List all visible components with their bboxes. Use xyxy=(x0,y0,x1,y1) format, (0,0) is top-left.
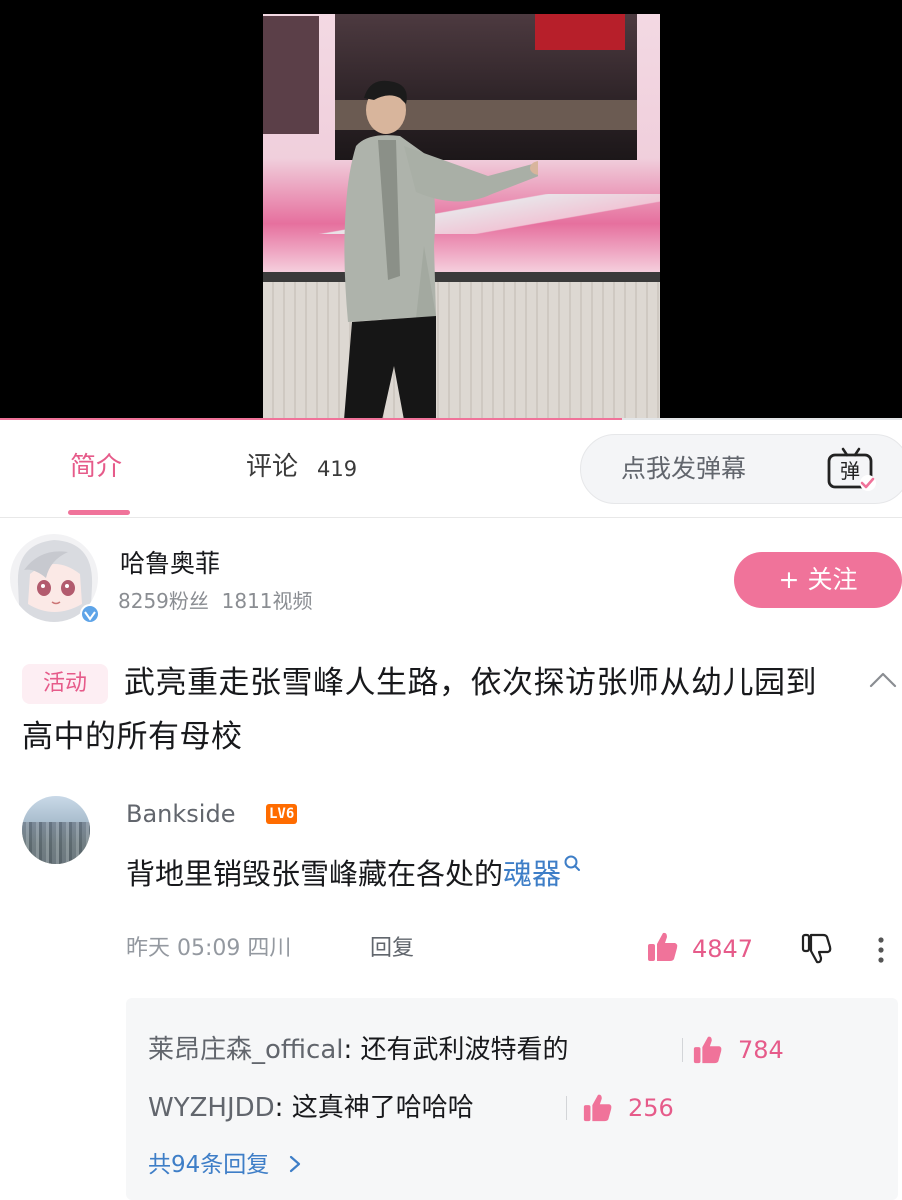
reply-username[interactable]: 莱昂庄森_offical xyxy=(148,1035,344,1065)
video-title: 武亮重走张雪峰人生路，依次探访张师从幼儿园到高中的所有母校 xyxy=(22,665,817,755)
danmaku-placeholder: 点我发弹幕 xyxy=(621,454,747,483)
comments-count: 419 xyxy=(317,457,358,481)
uploader-name[interactable]: 哈鲁奥菲 xyxy=(120,548,220,580)
reply-text: : 还有武利波特看的 xyxy=(343,1035,569,1065)
thumbs-down-icon[interactable] xyxy=(800,932,834,966)
replies-panel: 莱昂庄森_offical: 还有武利波特看的 784 WYZHJDD: 这真神了… xyxy=(126,998,898,1200)
chevron-right-icon xyxy=(289,1155,300,1173)
uploader-row: 哈鲁奥菲 8259粉丝 1811视频 + 关注 xyxy=(0,530,902,630)
commenter-avatar[interactable] xyxy=(22,796,90,864)
danmaku-icon-glyph: 弹 xyxy=(840,459,860,483)
comment-search-link[interactable]: 魂器 xyxy=(503,857,561,891)
comment-text-main: 背地里销毁张雪峰藏在各处的 xyxy=(126,857,504,891)
activity-badge[interactable]: 活动 xyxy=(22,664,108,704)
comment-like-count: 4847 xyxy=(692,935,754,963)
thumbs-up-icon[interactable] xyxy=(582,1092,614,1124)
video-progress-bar[interactable] xyxy=(0,418,902,420)
reply-item[interactable]: 莱昂庄森_offical: 还有武利波特看的 xyxy=(148,1028,569,1072)
uploader-avatar[interactable] xyxy=(10,534,102,626)
follow-button[interactable]: + 关注 xyxy=(734,552,902,608)
search-icon[interactable] xyxy=(563,854,581,876)
thumbs-up-icon[interactable] xyxy=(646,930,680,964)
presenter-figure xyxy=(344,80,538,420)
tab-intro[interactable]: 简介 xyxy=(70,450,122,484)
danmaku-input[interactable]: 点我发弹幕 弹 xyxy=(580,434,902,504)
video-progress-fill xyxy=(0,418,623,420)
comment-text: 背地里销毁张雪峰藏在各处的魂器 xyxy=(126,854,581,894)
comment-item: Bankside LV6 背地里销毁张雪峰藏在各处的魂器 昨天 05:09 四川… xyxy=(0,790,902,1200)
chevron-up-icon[interactable] xyxy=(868,668,898,692)
uploader-videos: 1811视频 xyxy=(221,589,313,613)
view-all-replies-link[interactable]: 共94条回复 xyxy=(148,1150,303,1180)
active-tab-indicator xyxy=(68,510,130,515)
thumbs-up-icon[interactable] xyxy=(692,1034,724,1066)
comment-location: 四川 xyxy=(247,936,292,961)
tab-comments[interactable]: 评论 xyxy=(246,450,298,484)
reply-item[interactable]: WYZHJDD: 这真神了哈哈哈 xyxy=(148,1086,474,1130)
tab-bar: 简介 评论 419 点我发弹幕 弹 xyxy=(0,422,902,518)
reply-like-count: 784 xyxy=(738,1036,784,1064)
reply-like-count: 256 xyxy=(628,1094,674,1122)
uploader-fans: 8259粉丝 xyxy=(118,589,209,613)
video-frame xyxy=(263,14,660,420)
reply-username[interactable]: WYZHJDD xyxy=(148,1093,275,1123)
danmaku-icon[interactable]: 弹 xyxy=(825,445,877,493)
video-player[interactable] xyxy=(0,0,902,420)
replies-more-label: 共94条回复 xyxy=(148,1152,270,1178)
reply-button[interactable]: 回复 xyxy=(370,934,414,964)
uploader-stats: 8259粉丝 1811视频 xyxy=(118,588,313,614)
comment-time: 昨天 05:09 xyxy=(126,936,241,961)
reply-text: : 这真神了哈哈哈 xyxy=(274,1093,474,1123)
reply-divider xyxy=(566,1096,567,1120)
reply-divider xyxy=(682,1038,683,1062)
comment-meta: 昨天 05:09 四川 xyxy=(126,934,291,964)
more-vertical-icon[interactable] xyxy=(876,936,886,964)
user-level-badge: LV6 xyxy=(266,804,298,824)
commenter-name[interactable]: Bankside xyxy=(126,798,235,830)
